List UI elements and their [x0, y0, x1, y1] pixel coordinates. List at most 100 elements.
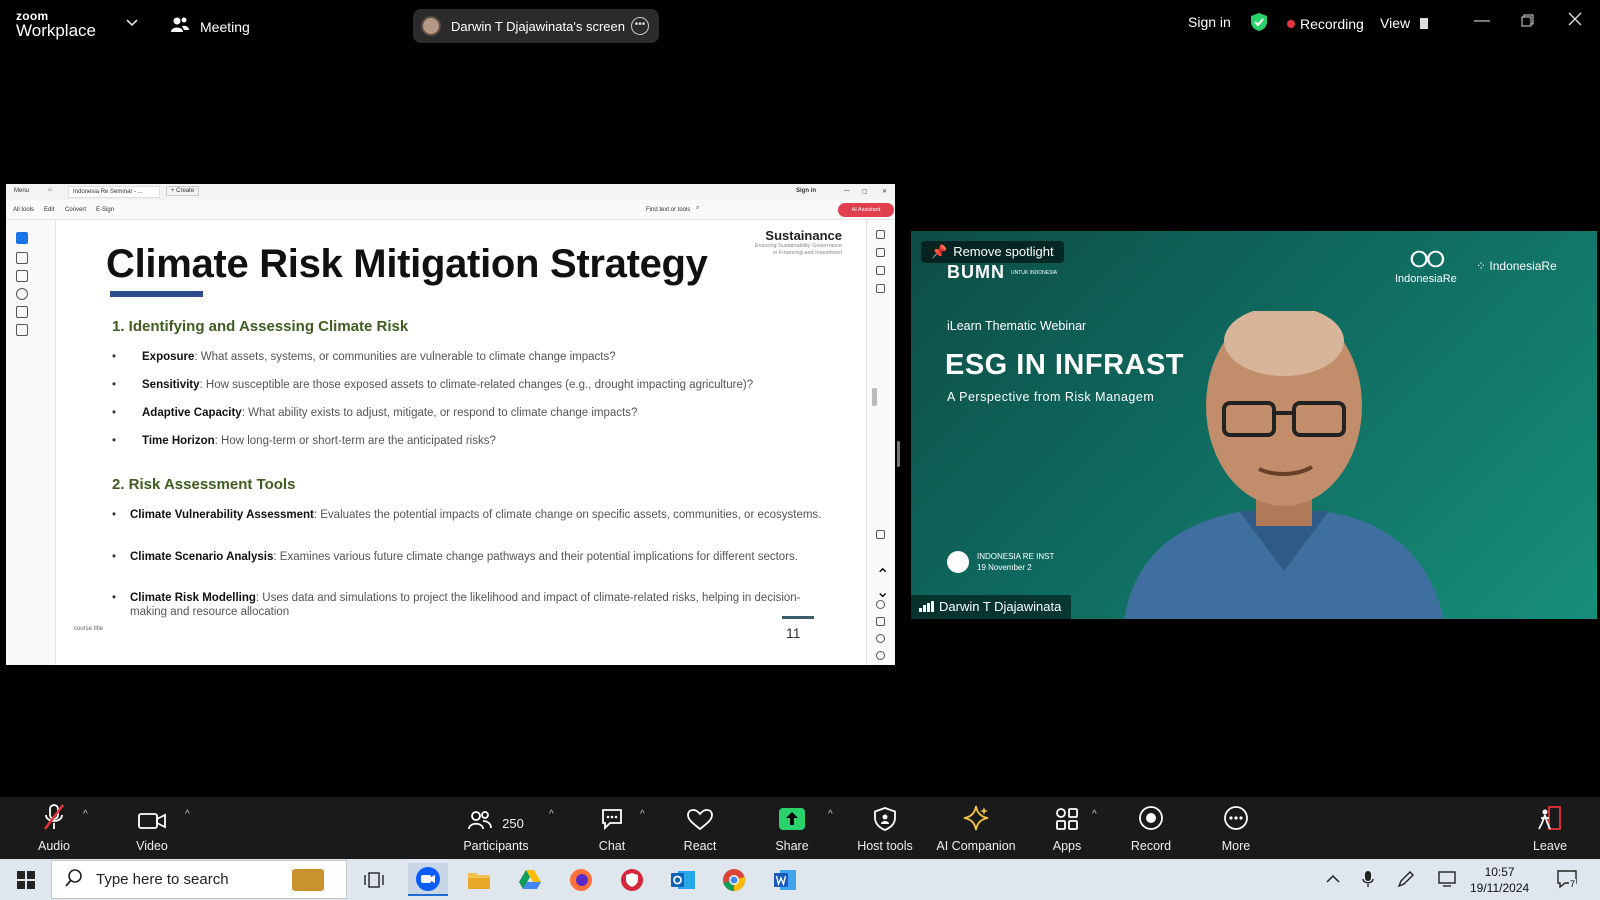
- video-options-caret-icon[interactable]: ^: [185, 809, 190, 820]
- comment-icon[interactable]: [16, 252, 28, 264]
- slide-title: Climate Risk Mitigation Strategy: [106, 242, 708, 286]
- create-button[interactable]: + Create: [166, 186, 200, 196]
- system-clock[interactable]: 10:57 19/11/2024: [1470, 864, 1529, 896]
- close-icon[interactable]: [1568, 12, 1582, 31]
- record-button[interactable]: Record: [1128, 797, 1174, 859]
- page-number: 11: [786, 625, 801, 641]
- select-cursor-icon[interactable]: [16, 232, 28, 244]
- search-placeholder: Type here to search: [96, 871, 229, 888]
- chat-button[interactable]: Chat: [592, 797, 632, 859]
- task-view-icon[interactable]: [354, 863, 394, 896]
- view-button[interactable]: View: [1380, 15, 1428, 31]
- security-app-icon[interactable]: [612, 863, 652, 896]
- pdf-restore-icon[interactable]: ▢: [862, 188, 868, 195]
- share-button[interactable]: Share: [768, 797, 816, 859]
- find-text-input[interactable]: Find text or tools: [646, 207, 690, 213]
- bookmark-icon[interactable]: [876, 266, 885, 275]
- windows-start-icon[interactable]: [6, 863, 46, 896]
- page-up-icon[interactable]: ⌃: [876, 565, 889, 584]
- zoom-app-icon[interactable]: [408, 863, 448, 896]
- notification-center-icon[interactable]: 7: [1556, 869, 1578, 894]
- video-button[interactable]: Video: [128, 797, 176, 859]
- pen-icon[interactable]: [16, 270, 28, 282]
- restore-icon[interactable]: [1521, 14, 1534, 32]
- zoom-in-icon[interactable]: [876, 634, 885, 643]
- indonesiare-institute-logo: ⁘ IndonesiaRe: [1476, 259, 1557, 273]
- shield-check-icon[interactable]: [1250, 12, 1268, 35]
- word-icon[interactable]: [765, 863, 805, 896]
- ai-companion-button[interactable]: AI Companion: [934, 797, 1018, 859]
- tool-convert[interactable]: Convert: [65, 207, 86, 213]
- meeting-info-button[interactable]: Meeting: [170, 16, 250, 37]
- zoom-out-icon[interactable]: [876, 651, 885, 660]
- google-drive-icon[interactable]: [510, 863, 550, 896]
- save-icon[interactable]: [876, 617, 885, 626]
- remove-spotlight-button[interactable]: 📌 Remove spotlight: [921, 241, 1064, 263]
- brand-name: Sustainance: [765, 228, 842, 243]
- refresh-icon[interactable]: [876, 600, 885, 609]
- section-heading-2: 2. Risk Assessment Tools: [112, 476, 296, 493]
- draw-icon[interactable]: [16, 288, 28, 300]
- search-icon[interactable]: ⌕: [696, 205, 699, 212]
- zoom-workplace-logo: zoom Workplace: [16, 10, 96, 39]
- leave-button[interactable]: Leave: [1530, 797, 1570, 859]
- pdf-tab[interactable]: Indonesia Re Seminar - ...: [68, 186, 160, 198]
- more-options-icon[interactable]: •••: [631, 17, 649, 35]
- logo-big-text: Workplace: [16, 21, 96, 40]
- participants-button[interactable]: 250 Participants: [460, 797, 532, 859]
- pen-tray-icon[interactable]: [1397, 870, 1415, 893]
- page-nav-icon[interactable]: [876, 530, 885, 539]
- dots-grid-icon: ⁘: [1476, 259, 1490, 273]
- chevron-up-icon[interactable]: [1326, 871, 1340, 889]
- tool-edit[interactable]: Edit: [44, 207, 54, 213]
- bumn-text: BUMN: [947, 262, 1005, 282]
- host-tools-button[interactable]: Host tools: [850, 797, 920, 859]
- apps-options-caret-icon[interactable]: ^: [1092, 809, 1097, 820]
- audio-button[interactable]: Audio: [30, 797, 78, 859]
- pdf-menu-button[interactable]: Menu: [14, 188, 29, 194]
- microphone-icon[interactable]: [1362, 870, 1374, 893]
- speaker-video-tile[interactable]: 📌 Remove spotlight BUMN UNTUK INDONESIA ⵔ…: [911, 231, 1597, 619]
- tool-all-tools[interactable]: All tools: [13, 207, 34, 213]
- apps-button[interactable]: Apps: [1048, 797, 1086, 859]
- share-options-caret-icon[interactable]: ^: [828, 809, 833, 820]
- clock-date: 19/11/2024: [1470, 881, 1530, 895]
- camera-icon: [947, 551, 969, 573]
- comments-panel-icon[interactable]: [876, 248, 885, 257]
- chevron-down-icon[interactable]: [126, 16, 138, 30]
- sign-in-link[interactable]: Sign in: [1188, 14, 1231, 30]
- ai-companion-label: AI Companion: [936, 839, 1016, 853]
- text-box-icon[interactable]: [16, 306, 28, 318]
- section-heading-1: 1. Identifying and Assessing Climate Ris…: [112, 318, 409, 335]
- meeting-top-bar: zoom Workplace Meeting Darwin T Djajawin…: [0, 0, 1600, 48]
- muted-mic-icon: [30, 797, 78, 831]
- tool-esign[interactable]: E-Sign: [96, 207, 114, 213]
- stamp-icon[interactable]: [16, 324, 28, 336]
- page-down-icon[interactable]: ⌄: [876, 582, 889, 601]
- pdf-sign-in[interactable]: Sign in: [796, 188, 816, 194]
- chrome-icon[interactable]: [714, 863, 754, 896]
- pages-icon[interactable]: [876, 284, 885, 293]
- clock-time: 10:57: [1484, 865, 1515, 879]
- more-button[interactable]: More: [1216, 797, 1256, 859]
- minimize-icon[interactable]: —: [1474, 12, 1490, 30]
- pdf-minimize-icon[interactable]: —: [844, 188, 850, 194]
- share-indicator[interactable]: Darwin T Djajawinata's screen •••: [413, 9, 659, 43]
- splitter-handle[interactable]: [897, 441, 900, 467]
- display-icon[interactable]: [1438, 871, 1456, 892]
- file-explorer-icon[interactable]: [459, 863, 499, 896]
- firefox-icon[interactable]: [561, 863, 601, 896]
- home-icon[interactable]: ⌂: [48, 187, 52, 193]
- panel-icon[interactable]: [876, 230, 885, 239]
- pdf-scrollbar[interactable]: [872, 388, 877, 406]
- taskbar-search-input[interactable]: Type here to search: [51, 860, 347, 899]
- chat-options-caret-icon[interactable]: ^: [640, 809, 645, 820]
- outlook-icon[interactable]: [663, 863, 703, 896]
- ai-assistant-button[interactable]: AI Assistant: [838, 203, 894, 217]
- pdf-close-icon[interactable]: ✕: [882, 188, 887, 195]
- participants-options-caret-icon[interactable]: ^: [549, 809, 554, 820]
- recording-indicator[interactable]: Recording: [1287, 16, 1364, 32]
- share-label: Share: [775, 839, 809, 853]
- react-button[interactable]: React: [678, 797, 722, 859]
- audio-options-caret-icon[interactable]: ^: [83, 809, 88, 820]
